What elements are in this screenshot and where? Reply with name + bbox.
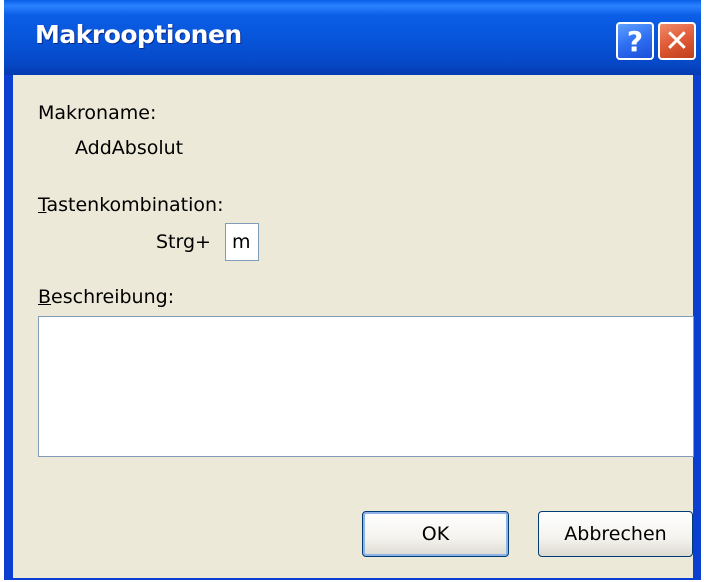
description-label: Beschreibung: — [38, 286, 174, 308]
dialog-title: Makrooptionen — [35, 20, 242, 49]
description-label-text: eschreibung: — [51, 286, 175, 308]
shortcut-prefix: Strg+ — [156, 231, 211, 253]
macro-name-label: Makroname: — [38, 102, 157, 124]
macro-name-value: AddAbsolut — [75, 137, 184, 159]
cancel-button[interactable]: Abbrechen — [538, 511, 693, 557]
shortcut-label: Tastenkombination: — [38, 194, 223, 216]
ok-button[interactable]: OK — [362, 511, 509, 557]
close-icon: ✕ — [664, 23, 690, 59]
close-button[interactable]: ✕ — [658, 22, 696, 60]
description-textarea[interactable] — [38, 316, 694, 457]
title-bar[interactable]: Makrooptionen ? ✕ — [4, 0, 701, 75]
shortcut-key-input[interactable]: m — [225, 223, 259, 261]
help-icon: ? — [626, 24, 644, 58]
help-button[interactable]: ? — [616, 22, 654, 60]
shortcut-label-text: astenkombination: — [46, 194, 224, 216]
description-label-mnemonic: B — [38, 286, 52, 308]
